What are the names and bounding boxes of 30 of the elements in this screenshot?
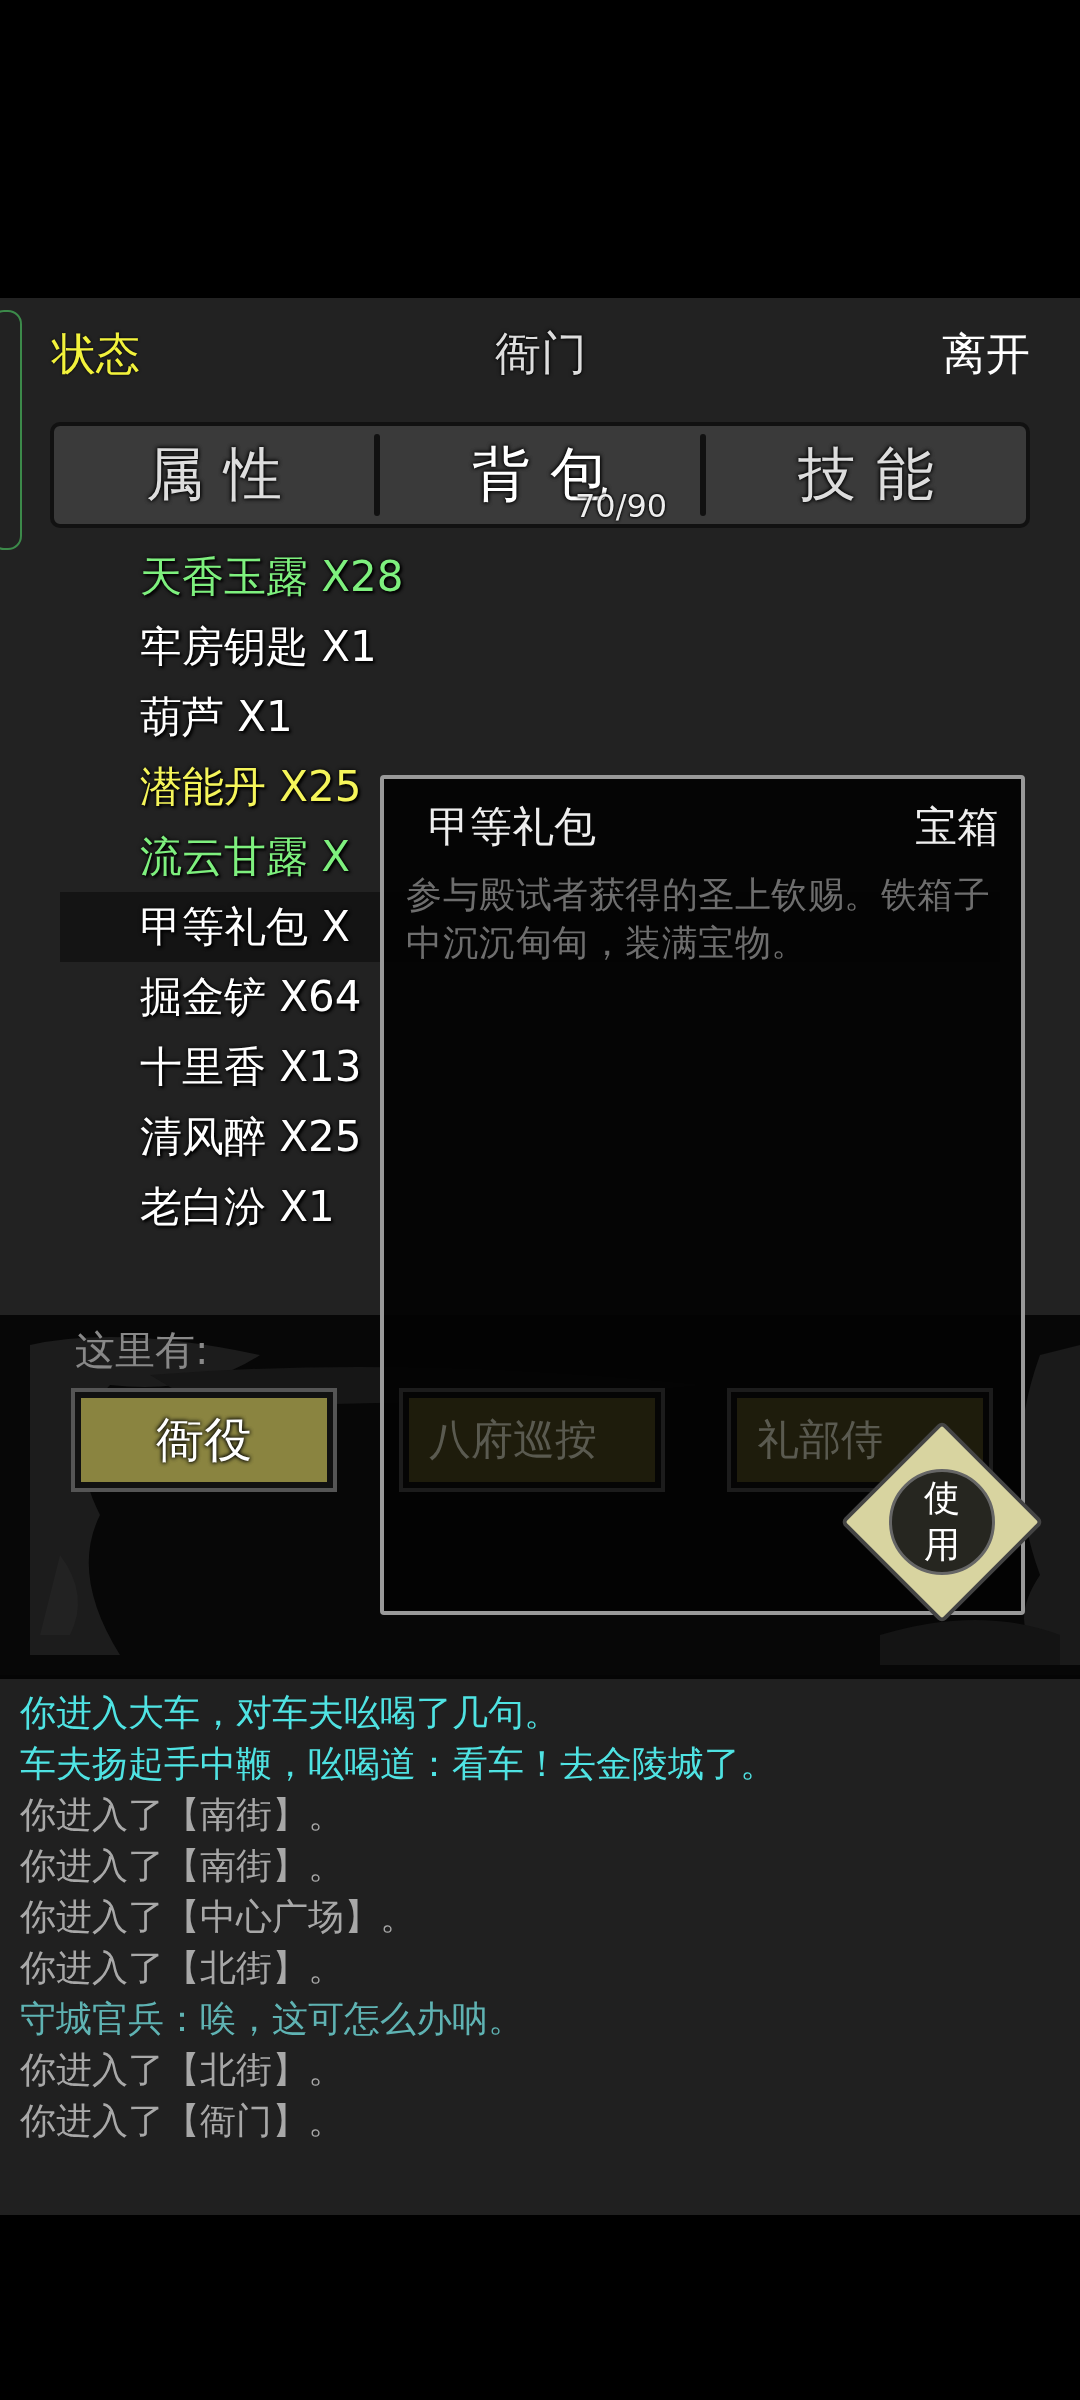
item-row[interactable]: 天香玉露 X28 bbox=[60, 542, 1000, 612]
location-title: 衙门 bbox=[495, 325, 587, 382]
log-line: 你进入了【北街】。 bbox=[20, 2048, 345, 2092]
tab[interactable]: 属性 bbox=[54, 426, 374, 524]
item-label: 掘金铲 X64 bbox=[140, 971, 362, 1023]
log-line: 你进入了【中心广场】。 bbox=[20, 1895, 417, 1939]
here-label: 这里有: bbox=[75, 1326, 210, 1375]
item-row[interactable]: 葫芦 X1 bbox=[60, 682, 1000, 752]
item-name: 甲等礼包 bbox=[428, 801, 596, 853]
leave-link[interactable]: 离开 bbox=[942, 324, 1030, 384]
item-row[interactable]: 牢房钥匙 X1 bbox=[60, 612, 1000, 682]
item-label: 牢房钥匙 X1 bbox=[140, 621, 377, 673]
log-line: 你进入了【南街】。 bbox=[20, 1844, 345, 1888]
log-line: 你进入了【北街】。 bbox=[20, 1946, 345, 1990]
status-link[interactable]: 状态 bbox=[52, 324, 140, 384]
item-label: 天香玉露 X28 bbox=[140, 551, 404, 603]
log-line: 你进入大车，对车夫吆喝了几句。 bbox=[20, 1691, 561, 1735]
item-label: 葫芦 X1 bbox=[140, 691, 293, 743]
tab[interactable]: 技能 bbox=[706, 426, 1026, 524]
log-line: 车夫扬起手中鞭，吆喝道：看车！去金陵城了。 bbox=[20, 1742, 777, 1786]
item-label: 十里香 X13 bbox=[140, 1041, 362, 1093]
log-line: 你进入了【衙门】。 bbox=[20, 2099, 345, 2143]
item-description: 参与殿试者获得的圣上钦赐。铁箱子中沉沉甸甸，装满宝物。 bbox=[406, 873, 991, 965]
item-label: 老白汾 X1 bbox=[140, 1181, 335, 1233]
log-line: 守城官兵：唉，这可怎么办呐。 bbox=[20, 1997, 525, 2041]
item-label: 清风醉 X25 bbox=[140, 1111, 362, 1163]
log-line: 你进入了【南街】。 bbox=[20, 1793, 345, 1837]
item-type: 宝箱 bbox=[915, 801, 999, 853]
item-label: 潜能丹 X25 bbox=[140, 761, 362, 813]
item-label: 甲等礼包 X bbox=[140, 901, 351, 953]
